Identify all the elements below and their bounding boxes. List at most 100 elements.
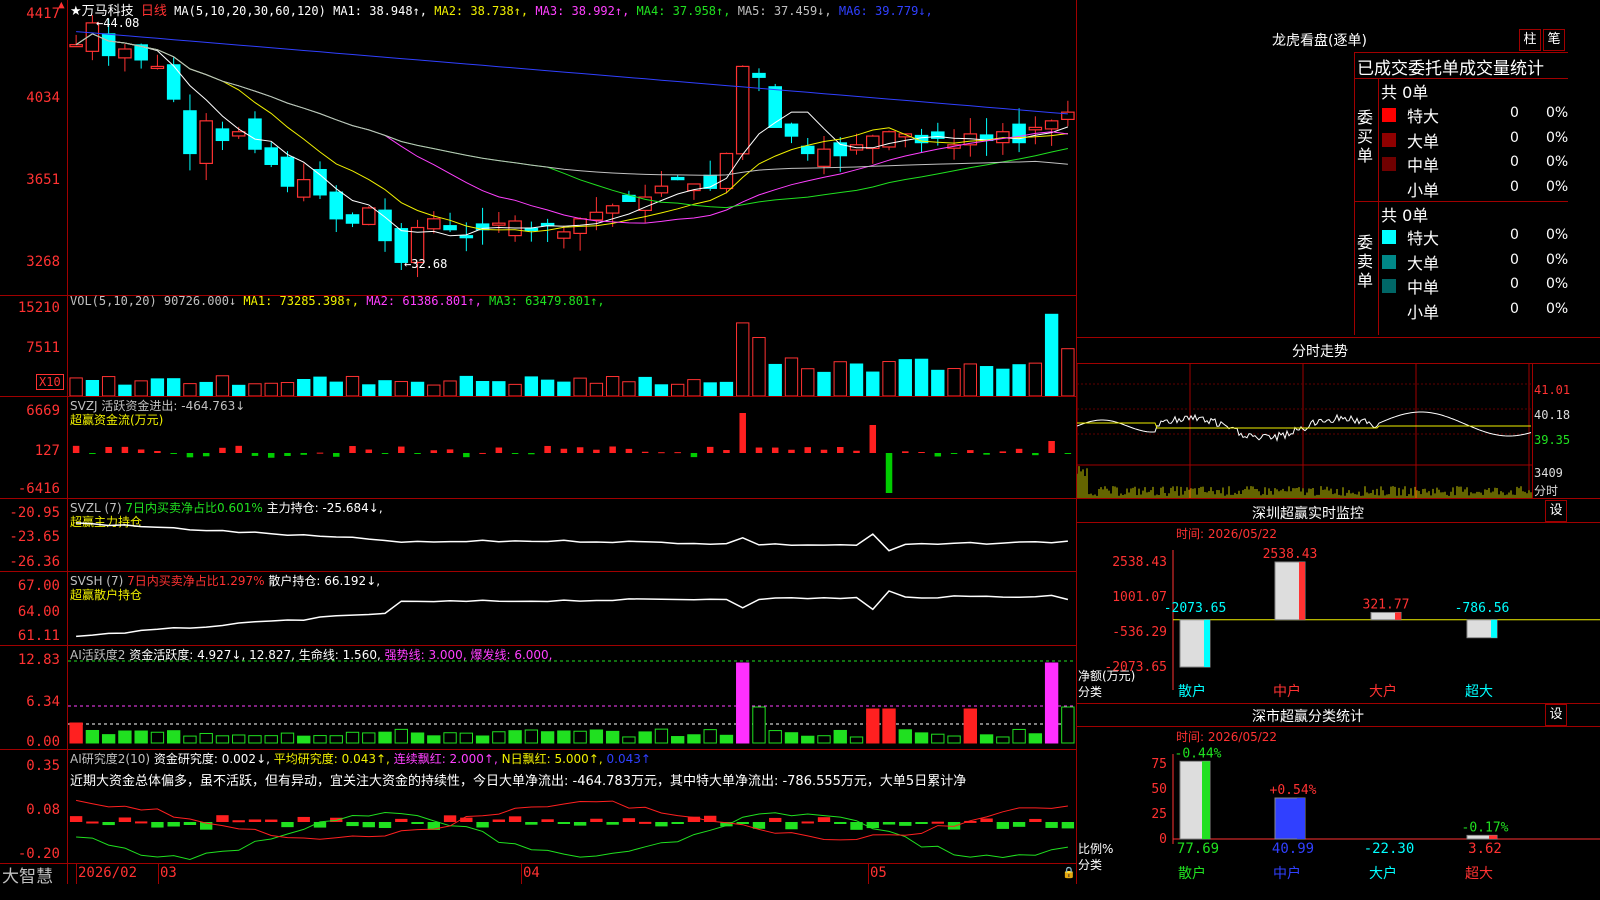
- fund-flow-bar: [804, 447, 811, 453]
- candle-body: [296, 179, 311, 198]
- candle-body: [768, 86, 783, 128]
- activity-bar: [427, 735, 441, 744]
- activity-bar: [1012, 728, 1026, 744]
- high-price-label: ←44.08: [96, 16, 140, 30]
- fund-flow-bar: [414, 453, 421, 454]
- volume-bar: [817, 371, 831, 396]
- fund-flow-bar: [446, 449, 454, 453]
- research-bar: [346, 822, 359, 827]
- research-bar: [118, 817, 132, 822]
- candle-body: [150, 65, 165, 70]
- y-tick: 0.35: [26, 758, 60, 774]
- research-bar: [638, 821, 652, 824]
- stat-tabs[interactable]: 已成交委托单成交量统计: [1357, 54, 1544, 79]
- fund-flow-bar: [349, 446, 356, 453]
- volume-bar: [313, 376, 327, 396]
- intraday-vol-label: 分时: [1534, 484, 1559, 498]
- fund-flow-bar: [154, 450, 161, 453]
- research-bar: [769, 817, 782, 822]
- research-bar: [557, 822, 571, 824]
- order-count: 0: [1510, 105, 1519, 121]
- intraday-y-tick: 41.01: [1534, 383, 1571, 397]
- net-value-label: 321.77: [1363, 597, 1410, 612]
- brand-label[interactable]: 大智慧: [2, 862, 53, 887]
- activity-bar: [199, 732, 213, 744]
- fund-flow-bar: [1015, 448, 1023, 453]
- lock-icon[interactable]: 🔒: [1062, 866, 1076, 879]
- category-label: 大户: [1369, 683, 1397, 700]
- fund-flow-bar: [219, 447, 226, 453]
- candle-body: [735, 65, 750, 155]
- fund-flow-bar: [788, 449, 795, 453]
- category-label: 超大: [1465, 684, 1493, 700]
- candle-body: [817, 148, 831, 167]
- candlestick-chart[interactable]: [68, 12, 1076, 295]
- vol-unit-badge[interactable]: X10: [36, 374, 64, 390]
- fund-flow-bar: [739, 413, 746, 453]
- y-tick: 0.00: [26, 734, 60, 750]
- order-count: 0: [1510, 276, 1519, 292]
- ma-line: [75, 33, 1068, 176]
- bar-mode-button[interactable]: 柱: [1519, 29, 1541, 51]
- fund-flow-bar: [137, 449, 145, 453]
- intraday-chart[interactable]: [1077, 364, 1533, 498]
- research-bar: [801, 821, 814, 824]
- candle-body: [313, 168, 327, 196]
- activity-bar: [313, 735, 327, 744]
- sz-class-chart[interactable]: 75 50 25 0 -0.44% 77.69 散户 +0.54% 40.99 中户 -22.30 大…: [1077, 744, 1600, 900]
- research-chart[interactable]: [68, 750, 1076, 863]
- volume-bar: [605, 376, 620, 396]
- activity-bar: [752, 706, 766, 744]
- period-arrow-icon[interactable]: ▲: [58, 0, 65, 11]
- activity-bar: [85, 729, 100, 744]
- activity-bar: [833, 729, 847, 744]
- activity-bar: [589, 729, 604, 744]
- main-force-chart[interactable]: [68, 499, 1076, 571]
- sell-side-label: 委卖单: [1357, 233, 1374, 290]
- candle-body: [1012, 123, 1026, 144]
- activity-bar: [475, 735, 490, 744]
- fund-flow-bar: [885, 453, 893, 493]
- retail-chart[interactable]: [68, 572, 1076, 645]
- category-label: 中户: [1273, 865, 1301, 882]
- net-bar-edge: [1491, 619, 1497, 638]
- sz-monitor-settings-button[interactable]: 设: [1545, 500, 1567, 522]
- activity-bar: [508, 730, 522, 744]
- date-label: 2026/02: [78, 865, 138, 881]
- research-bar: [362, 822, 375, 828]
- volume-chart[interactable]: [68, 310, 1076, 396]
- candle-body: [280, 156, 295, 187]
- candle-body: [215, 128, 230, 142]
- volume-bar: [638, 376, 652, 396]
- fund-flow-bar: [202, 453, 210, 457]
- y-tick: 3651: [26, 172, 60, 188]
- activity-bar: [979, 734, 994, 744]
- sz-net-chart[interactable]: 2538.431001.07-536.29-2073.65-2073.65散户2…: [1077, 540, 1600, 704]
- fund-flow-bar: [999, 451, 1007, 453]
- volume-bar: [362, 384, 376, 396]
- fund-flow-bar: [983, 453, 990, 455]
- volume-bar: [378, 380, 392, 396]
- order-pct: 0%: [1546, 300, 1569, 317]
- sz-class-settings-button[interactable]: 设: [1545, 704, 1567, 726]
- tick-mode-button[interactable]: 笔: [1543, 29, 1565, 51]
- activity-bar: [817, 735, 831, 744]
- class-bottom-label: 3.62: [1468, 841, 1502, 857]
- fund-flow-bar: [918, 451, 925, 453]
- volume-bar: [736, 322, 750, 396]
- fund-flow-bar: [316, 452, 324, 454]
- activity-bar: [118, 730, 132, 744]
- fund-flow-bar: [544, 445, 551, 453]
- candle-body: [329, 191, 344, 220]
- fund-flow-chart[interactable]: [68, 397, 1076, 498]
- research-bar: [573, 822, 587, 826]
- research-bar: [1061, 822, 1075, 829]
- activity-chart[interactable]: [68, 646, 1076, 749]
- research-bar: [167, 822, 180, 827]
- category-label: 中户: [1273, 683, 1301, 700]
- volume-bar: [540, 379, 555, 396]
- volume-bar: [280, 382, 295, 396]
- fund-flow-bar: [1064, 453, 1072, 454]
- volume-bar: [1061, 348, 1075, 396]
- research-bar: [313, 822, 327, 828]
